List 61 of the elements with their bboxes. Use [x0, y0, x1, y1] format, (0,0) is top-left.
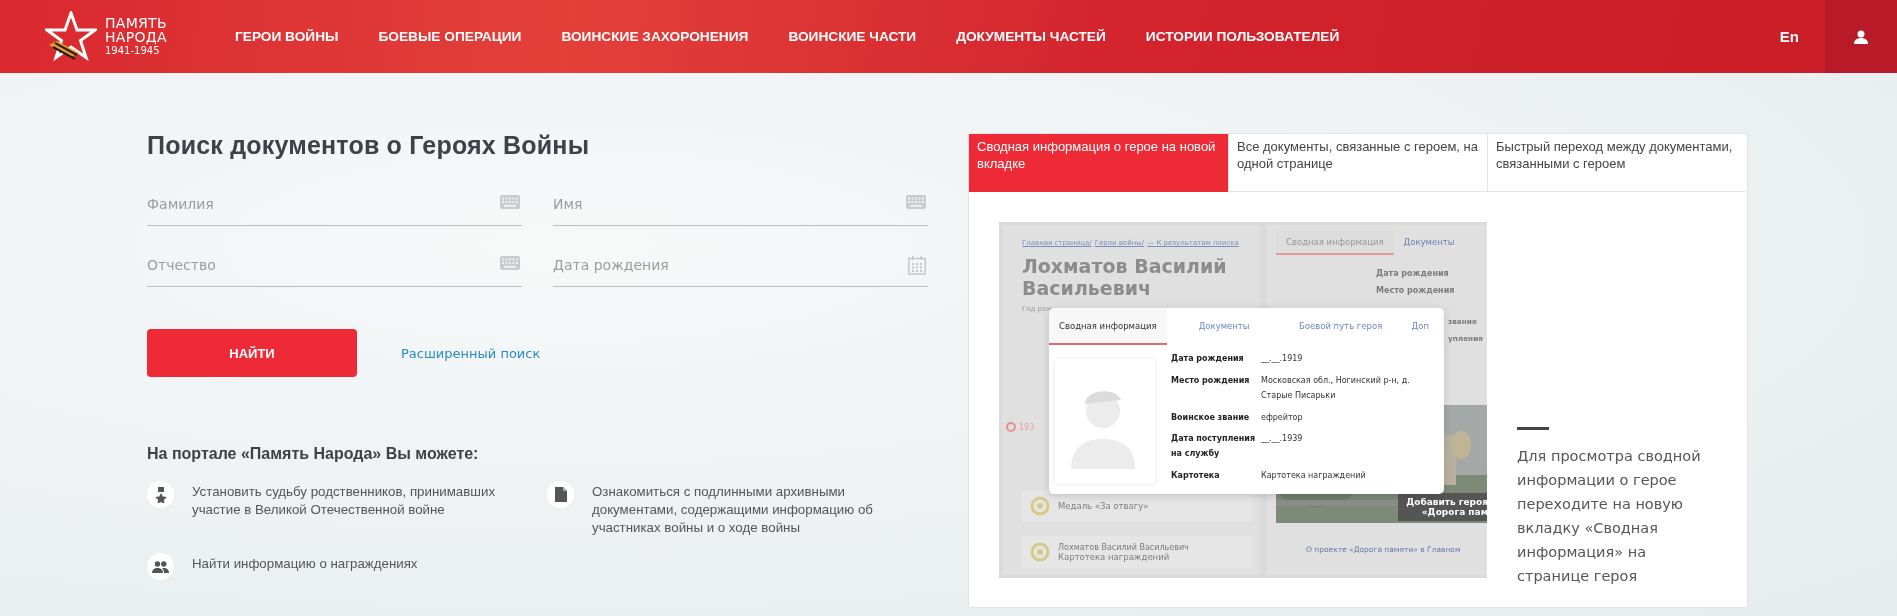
page-tab[interactable]: Документы [1393, 231, 1465, 255]
accent-dash [1517, 427, 1549, 430]
site-logo[interactable]: ПАМЯТЬ НАРОДА 1941-1945 [45, 10, 195, 63]
feature-tab[interactable]: Быстрый переход между документами, связанными с героем [1487, 134, 1746, 192]
timeline-year: 193 [1019, 422, 1035, 432]
info-value: __.__.1919 [1261, 353, 1304, 365]
medal-icon [1030, 496, 1050, 516]
document-icon [547, 481, 574, 508]
nav-link[interactable]: ВОИНСКИЕ ЧАСТИ [788, 29, 917, 44]
input-field[interactable]: Дата рождения [553, 243, 928, 287]
keyboard-icon [906, 195, 926, 209]
card-title: Лохматов Василий Васильевич [1058, 542, 1189, 552]
medal-icon [1030, 542, 1050, 562]
hero-name: Лохматов Василий Васильевич [1022, 255, 1228, 299]
field-label: Место рождения [1376, 286, 1456, 295]
feature-tab[interactable]: Все документы, связанные с героем, на одной странице [1228, 134, 1487, 192]
search-title: Поиск документов о Героях Войны [147, 131, 591, 160]
feature-text: Ознакомиться с подлинными архивными документами, содержащими информацию об участниках войны и о ходе войны [592, 483, 874, 537]
banner-text: «Дорога пам [1421, 507, 1487, 517]
language-link[interactable]: En [1779, 28, 1799, 45]
popup-tab[interactable]: Сводная информация [1049, 308, 1167, 345]
advanced-search-link[interactable]: Расширенный поиск [401, 345, 541, 361]
features-title: На портале «Память Народа» Вы можете: [147, 445, 480, 463]
feature-tab[interactable]: Сводная информация о герое на новой вкладке [969, 134, 1228, 192]
nav-link[interactable]: ИСТОРИИ ПОЛЬЗОВАТЕЛЕЙ [1145, 29, 1340, 44]
logo-text: НАРОДА [105, 30, 167, 44]
info-label: Картотека [1171, 470, 1221, 483]
logo-years: 1941-1945 [105, 45, 161, 57]
keyboard-icon [500, 256, 520, 270]
info-label: Дата рождения [1171, 353, 1245, 365]
logo-text: ПАМЯТЬ [105, 16, 167, 30]
info-value: ефрейтор [1261, 411, 1304, 424]
panel-description: Для просмотра сводной информации о герое переходите на новую вкладку «Сводная информация» на странице героя [1517, 447, 1702, 586]
nav-link[interactable]: ВОИНСКИЕ ЗАХОРОНЕНИЯ [561, 29, 749, 44]
nav-link[interactable]: ГЕРОИ ВОЙНЫ [235, 29, 339, 44]
people-icon [147, 553, 174, 580]
info-label: Место рождения [1171, 374, 1251, 387]
keyboard-icon [500, 195, 520, 209]
feature-text: Установить судьбу родственников, принимавших участие в Великой Отечественной войне [192, 483, 497, 519]
card-subtitle: Медаль «За отвагу» [1058, 501, 1149, 511]
banner-text: Добавить героя [1406, 497, 1487, 507]
info-value: Московская обл., Ногинский р-н, д. Старые Писарьки [1261, 374, 1411, 402]
user-icon [1854, 29, 1868, 44]
search-button[interactable]: НАЙТИ [147, 329, 357, 377]
popup-tab[interactable]: Доп [1399, 308, 1441, 345]
medal-icon [147, 481, 174, 508]
info-value: __.__.1939 [1261, 433, 1304, 446]
popup-tab[interactable]: Боевой путь героя [1281, 308, 1400, 345]
timeline-dot [1006, 422, 1016, 432]
star-ribbon-icon [45, 10, 97, 63]
calendar-icon [908, 256, 926, 275]
info-label: Дата поступления на службу [1171, 433, 1257, 461]
nav-link[interactable]: БОЕВЫЕ ОПЕРАЦИИ [378, 29, 522, 44]
feature-text: Найти информацию о награждениях [192, 555, 419, 573]
card-subtitle: Картотека награждений [1058, 551, 1171, 562]
popup-tab[interactable]: Документы [1166, 308, 1282, 345]
field-label: Дата рождения [1376, 269, 1450, 278]
info-label: Воинское звание [1171, 411, 1251, 424]
user-button[interactable] [1825, 0, 1897, 73]
info-value: Картотека награждений [1261, 470, 1367, 483]
nav-link[interactable]: ДОКУМЕНТЫ ЧАСТЕЙ [956, 29, 1106, 44]
